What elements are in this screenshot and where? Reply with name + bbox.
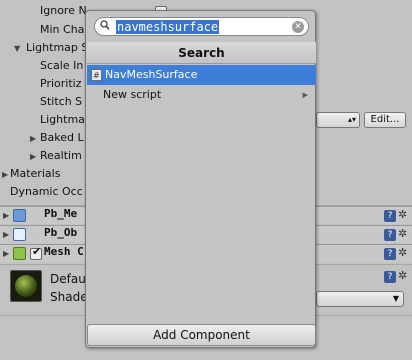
shader-dropdown[interactable]: ▼	[316, 291, 404, 307]
lightmap-params-label: Lightma	[40, 113, 85, 126]
fold-closed-icon[interactable]: ▶	[30, 134, 36, 143]
submenu-arrow-icon: ▶	[302, 91, 308, 99]
lightmap-static-label: Lightmap S	[26, 41, 89, 54]
baked-lightmap-label: Baked L	[40, 131, 84, 144]
component-tools: ? ✲	[384, 209, 410, 222]
material-name: Defau	[50, 272, 86, 286]
component-tools: ? ✲	[384, 247, 410, 260]
add-component-popup: navmeshsurface ✕ Search NavMeshSurface N…	[85, 10, 316, 348]
component-label: Pb_Ob	[44, 226, 78, 239]
result-item-navmeshsurface[interactable]: NavMeshSurface	[87, 65, 316, 86]
min-chart-label: Min Cha	[40, 23, 85, 36]
result-item-new-script[interactable]: New script ▶	[87, 85, 316, 105]
stitch-seams-label: Stitch S	[40, 95, 83, 108]
component-tools: ? ✲	[384, 228, 410, 241]
enabled-checkbox[interactable]: ✔	[30, 245, 42, 260]
fold-closed-icon[interactable]: ▶	[3, 211, 9, 220]
dropdown-arrow-icon: ▼	[392, 294, 399, 303]
lightmap-params-dropdown[interactable]: ▴▾	[316, 112, 360, 128]
grid-script-icon	[13, 209, 26, 222]
gear-icon[interactable]: ✲	[398, 247, 410, 259]
result-label: NavMeshSurface	[105, 68, 198, 81]
help-icon[interactable]: ?	[384, 210, 396, 222]
gear-icon[interactable]: ✲	[398, 209, 410, 221]
result-label: New script	[103, 88, 162, 101]
gear-icon[interactable]: ✲	[398, 228, 410, 240]
shader-label: Shade	[50, 290, 88, 304]
search-input[interactable]: navmeshsurface	[116, 20, 220, 34]
add-component-button[interactable]: Add Component	[87, 324, 316, 346]
help-icon[interactable]: ?	[384, 271, 396, 283]
fold-closed-icon[interactable]: ▶	[3, 249, 9, 258]
component-label: Mesh C	[44, 245, 84, 258]
popup-header: Search	[87, 42, 316, 64]
material-tools: ? ✲	[384, 270, 410, 283]
search-icon	[100, 20, 110, 30]
check-icon: ✔	[32, 245, 42, 258]
fold-open-icon[interactable]: ▼	[14, 44, 20, 53]
dropdown-arrows-icon: ▴▾	[347, 115, 356, 124]
fold-closed-icon[interactable]: ▶	[3, 230, 9, 239]
cs-script-icon	[13, 228, 26, 241]
help-icon[interactable]: ?	[384, 248, 396, 260]
search-field[interactable]: navmeshsurface ✕	[94, 17, 309, 36]
realtime-lightmap-label: Realtim	[40, 149, 82, 162]
ignore-normals-label: Ignore N	[40, 4, 87, 17]
fold-closed-icon[interactable]: ▶	[2, 170, 8, 179]
fold-closed-icon[interactable]: ▶	[30, 152, 36, 161]
gear-icon[interactable]: ✲	[398, 270, 410, 282]
mesh-collider-icon	[13, 247, 26, 260]
scale-in-lightmap-label: Scale In	[40, 59, 84, 72]
help-icon[interactable]: ?	[384, 229, 396, 241]
dynamic-occluded-label: Dynamic Occ	[10, 185, 83, 198]
script-icon	[91, 66, 102, 86]
clear-search-icon[interactable]: ✕	[292, 21, 304, 33]
component-label: Pb_Me	[44, 207, 78, 220]
materials-label: Materials	[10, 167, 61, 180]
prioritize-label: Prioritiz	[40, 77, 82, 90]
edit-button[interactable]: Edit...	[364, 112, 406, 128]
material-preview	[10, 270, 42, 302]
